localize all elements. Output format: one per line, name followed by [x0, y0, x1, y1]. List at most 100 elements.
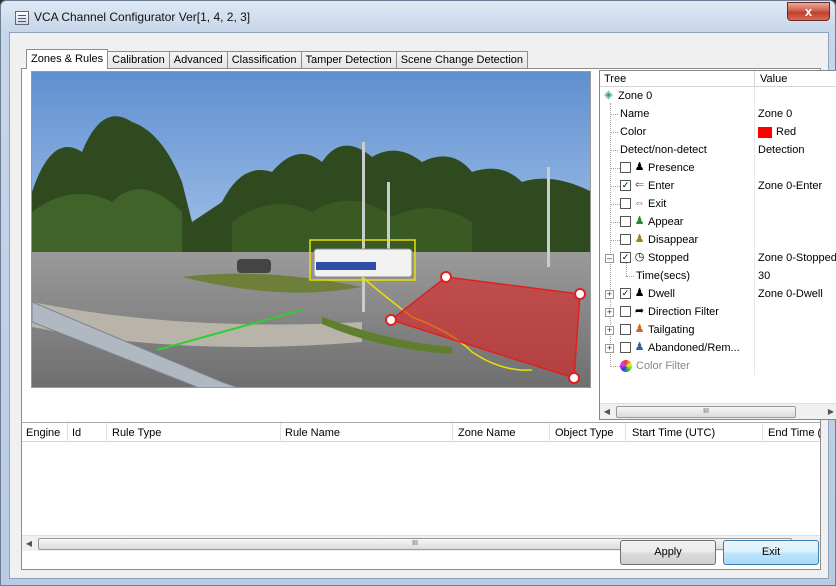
- detect-value[interactable]: Detection: [758, 144, 804, 156]
- abandoned-checkbox[interactable]: [620, 342, 631, 353]
- tailgating-label: Tailgating: [648, 324, 695, 336]
- stopped-label: Stopped: [648, 252, 689, 264]
- title-bar[interactable]: VCA Channel Configurator Ver[1, 4, 2, 3]…: [1, 1, 835, 33]
- tree-row-exit[interactable]: ⇔ Exit: [600, 195, 836, 213]
- dialog-body: Zones & Rules Calibration Advanced Class…: [9, 32, 836, 579]
- color-label: Color: [620, 126, 647, 138]
- bus-stripe: [316, 262, 376, 270]
- tree-row-direction-filter[interactable]: + ➦ Direction Filter: [600, 303, 836, 321]
- expand-icon[interactable]: +: [605, 326, 614, 335]
- tree-horizontal-scrollbar[interactable]: ◀ III ▶: [600, 403, 836, 419]
- column-header-start-time[interactable]: Start Time (UTC): [632, 427, 715, 439]
- expand-icon[interactable]: +: [605, 344, 614, 353]
- tab-calibration[interactable]: Calibration: [107, 51, 170, 69]
- cell-divider: [754, 213, 755, 231]
- color-swatch[interactable]: [758, 127, 772, 138]
- appear-checkbox[interactable]: [620, 216, 631, 227]
- tree-row-abandoned[interactable]: + ♟ Abandoned/Rem...: [600, 339, 836, 357]
- close-button[interactable]: x: [787, 2, 830, 21]
- column-header-rule-type[interactable]: Rule Type: [112, 427, 161, 439]
- column-divider[interactable]: [549, 423, 550, 442]
- abandoned-object-icon: ♟: [634, 341, 645, 353]
- scroll-left-icon[interactable]: ◀: [22, 536, 36, 552]
- enter-checkbox[interactable]: ✓: [620, 180, 631, 191]
- direction-filter-checkbox[interactable]: [620, 306, 631, 317]
- tab-scene-change-detection[interactable]: Scene Change Detection: [395, 51, 529, 69]
- apply-button[interactable]: Apply: [620, 540, 716, 565]
- tree-header: Tree Value: [600, 71, 836, 87]
- camera-scene[interactable]: [32, 72, 591, 388]
- lamp-post-3: [547, 167, 550, 267]
- dwell-checkbox[interactable]: ✓: [620, 288, 631, 299]
- scroll-right-icon[interactable]: ▶: [824, 404, 836, 419]
- column-divider[interactable]: [452, 423, 453, 442]
- cell-divider: [754, 159, 755, 177]
- presence-label: Presence: [648, 162, 695, 174]
- column-header-end-time[interactable]: End Time (: [768, 427, 820, 439]
- tree-row-color[interactable]: Color Red: [600, 123, 836, 141]
- cell-divider: [754, 267, 755, 285]
- cell-divider: [754, 249, 755, 267]
- tree-row-zone[interactable]: ◈ Zone 0: [600, 87, 836, 105]
- tree-branch: [610, 186, 620, 187]
- tab-classification[interactable]: Classification: [226, 51, 302, 69]
- column-divider[interactable]: [106, 423, 107, 442]
- camera-view[interactable]: [31, 71, 591, 388]
- zone-icon: ◈: [604, 89, 613, 101]
- column-header-rule-name[interactable]: Rule Name: [285, 427, 340, 439]
- dwell-value[interactable]: Zone 0-Dwell: [758, 288, 823, 300]
- zone-handle: [440, 271, 452, 283]
- tree-row-appear[interactable]: ♟ Appear: [600, 213, 836, 231]
- enter-value[interactable]: Zone 0-Enter: [758, 180, 822, 192]
- tree-row-tailgating[interactable]: + ♟ Tailgating: [600, 321, 836, 339]
- presence-checkbox[interactable]: [620, 162, 631, 173]
- collapse-icon[interactable]: –: [605, 254, 614, 263]
- tree-row-stopped[interactable]: – ✓ ◷ Stopped Zone 0-Stopped: [600, 249, 836, 267]
- name-value[interactable]: Zone 0: [758, 108, 792, 120]
- column-divider[interactable]: [280, 423, 281, 442]
- tree-row-disappear[interactable]: ♟ Disappear: [600, 231, 836, 249]
- cell-divider: [754, 339, 755, 357]
- column-header-object-type[interactable]: Object Type: [555, 427, 614, 439]
- tab-advanced[interactable]: Advanced: [168, 51, 228, 69]
- parked-car: [237, 259, 271, 273]
- stopped-checkbox[interactable]: ✓: [620, 252, 631, 263]
- tree-row-time[interactable]: Time(secs) 30: [600, 263, 836, 285]
- time-value[interactable]: 30: [758, 270, 770, 282]
- value-column-header[interactable]: Value: [760, 73, 787, 85]
- cell-divider: [754, 285, 755, 303]
- tree-row-color-filter[interactable]: Color Filter: [600, 357, 836, 375]
- disappear-checkbox[interactable]: [620, 234, 631, 245]
- scroll-left-icon[interactable]: ◀: [600, 404, 614, 419]
- expand-icon[interactable]: +: [605, 308, 614, 317]
- tree-row-presence[interactable]: ♟ Presence: [600, 159, 836, 177]
- tree-row-detect[interactable]: Detect/non-detect Detection: [600, 141, 836, 159]
- column-header-zone-name[interactable]: Zone Name: [458, 427, 515, 439]
- tab-zones-rules[interactable]: Zones & Rules: [26, 49, 109, 69]
- expand-icon[interactable]: +: [605, 290, 614, 299]
- tree-branch: [610, 132, 618, 133]
- stopped-value[interactable]: Zone 0-Stopped: [758, 252, 836, 264]
- color-value[interactable]: Red: [776, 126, 796, 138]
- column-divider[interactable]: [762, 423, 763, 442]
- tree-branch: [610, 150, 618, 151]
- exit-checkbox[interactable]: [620, 198, 631, 209]
- tab-tamper-detection[interactable]: Tamper Detection: [300, 51, 397, 69]
- tree-column-header[interactable]: Tree: [604, 73, 626, 85]
- exit-arrow-icon: ⇔: [634, 197, 645, 209]
- column-divider[interactable]: [625, 423, 626, 442]
- exit-button[interactable]: Exit: [723, 540, 819, 565]
- scroll-thumb[interactable]: III: [616, 406, 796, 418]
- tree-row-dwell[interactable]: + ✓ ♟ Dwell Zone 0-Dwell: [600, 285, 836, 303]
- tree-row-name[interactable]: Name Zone 0: [600, 105, 836, 123]
- column-header-id[interactable]: Id: [72, 427, 81, 439]
- tailgating-checkbox[interactable]: [620, 324, 631, 335]
- column-divider[interactable]: [67, 423, 68, 442]
- tree-branch: [610, 366, 620, 367]
- tree-row-enter[interactable]: ✓ ⇐ Enter Zone 0-Enter: [600, 177, 836, 195]
- header-divider[interactable]: [754, 71, 755, 87]
- column-header-engine[interactable]: Engine: [26, 427, 60, 439]
- cell-divider: [754, 195, 755, 213]
- exit-label: Exit: [648, 198, 667, 210]
- zone-handle: [574, 288, 586, 300]
